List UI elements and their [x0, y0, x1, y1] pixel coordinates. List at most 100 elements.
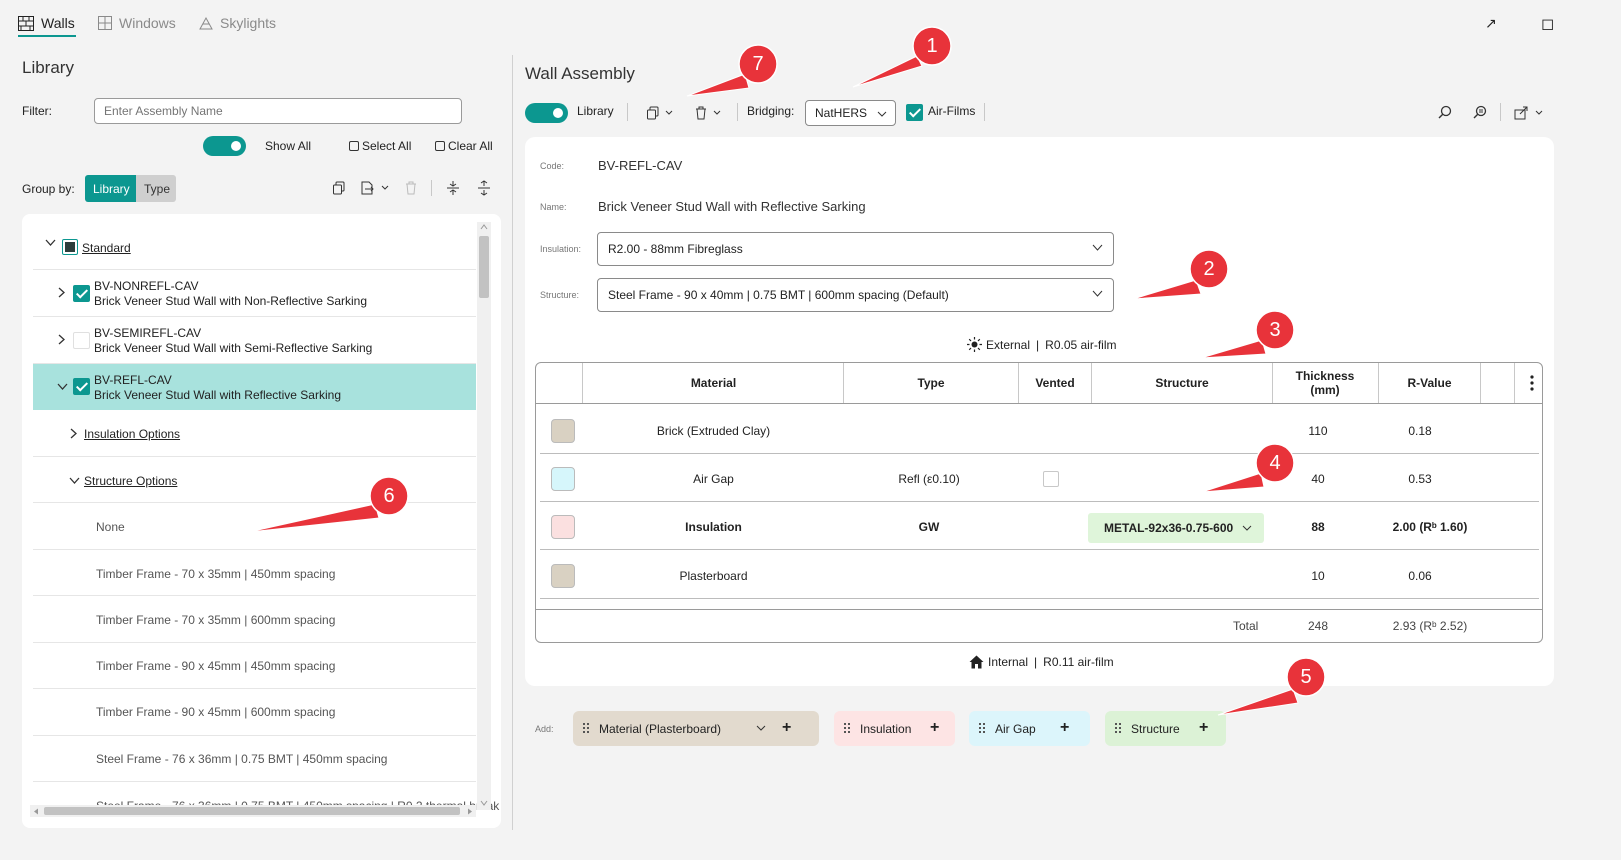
- horizontal-scroll-thumb[interactable]: [44, 807, 460, 815]
- scroll-left-icon[interactable]: [33, 808, 39, 815]
- tab-skylights[interactable]: Skylights: [199, 12, 276, 34]
- show-all-toggle[interactable]: [203, 136, 246, 156]
- tree-item-selected[interactable]: BV-REFL-CAV Brick Veneer Stud Wall with …: [33, 364, 476, 410]
- maximize-icon[interactable]: ◻: [1541, 14, 1554, 34]
- drag-handle-icon[interactable]: [583, 723, 590, 734]
- structure-option-item[interactable]: Timber Frame - 90 x 45mm | 600mm spacing: [33, 689, 476, 736]
- copy-icon[interactable]: [332, 181, 346, 195]
- bridging-select[interactable]: NatHERS: [805, 100, 896, 126]
- column-header-thickness[interactable]: Thickness (mm): [1290, 362, 1360, 404]
- bridging-select-value: NatHERS: [815, 106, 868, 120]
- structure-select[interactable]: Steel Frame - 90 x 40mm | 0.75 BMT | 600…: [597, 278, 1114, 312]
- plus-icon[interactable]: +: [782, 719, 791, 737]
- structure-option-item[interactable]: Timber Frame - 70 x 35mm | 600mm spacing: [33, 596, 476, 643]
- layer-material[interactable]: Insulation: [583, 520, 844, 534]
- tree-group-label: Standard: [82, 241, 131, 255]
- add-structure-button[interactable]: Structure +: [1105, 711, 1226, 746]
- tree-structure-options[interactable]: Structure Options: [33, 457, 476, 503]
- group-checkbox-partial[interactable]: [62, 239, 78, 255]
- column-header-structure[interactable]: Structure: [1092, 362, 1272, 404]
- delete-icon[interactable]: [405, 181, 417, 195]
- copy-menu-button[interactable]: [646, 106, 676, 120]
- tab-walls-label: Walls: [41, 15, 75, 31]
- chevron-right-icon[interactable]: [58, 287, 66, 298]
- structure-option-item[interactable]: Steel Frame - 76 x 36mm | 0.75 BMT | 450…: [33, 736, 476, 782]
- plus-icon[interactable]: +: [1060, 719, 1069, 737]
- layer-color-swatch[interactable]: [551, 515, 575, 539]
- table-more-icon[interactable]: [1530, 375, 1534, 391]
- layer-structure-select[interactable]: METAL-92x36-0.75-600: [1088, 513, 1264, 543]
- layer-color-swatch[interactable]: [551, 564, 575, 588]
- layer-material[interactable]: Air Gap: [583, 472, 844, 486]
- popout-icon[interactable]: ↗: [1485, 15, 1497, 32]
- add-insulation-button[interactable]: Insulation +: [834, 711, 955, 746]
- plus-icon[interactable]: +: [1199, 719, 1208, 737]
- chevron-right-icon[interactable]: [70, 428, 78, 439]
- tab-walls[interactable]: Walls: [18, 12, 75, 34]
- filter-input[interactable]: [94, 98, 462, 124]
- tree-item[interactable]: BV-SEMIREFL-CAV Brick Veneer Stud Wall w…: [33, 317, 476, 364]
- window-icon: [98, 16, 112, 30]
- tree-horizontal-scrollbar[interactable]: [30, 805, 476, 817]
- column-header-r-value[interactable]: R-Value: [1379, 362, 1480, 404]
- drag-handle-icon[interactable]: [844, 723, 851, 734]
- chevron-down-icon[interactable]: [45, 239, 56, 247]
- name-value[interactable]: Brick Veneer Stud Wall with Reflective S…: [598, 199, 866, 214]
- export-icon[interactable]: [360, 181, 390, 195]
- tab-windows[interactable]: Windows: [98, 12, 176, 34]
- layer-material[interactable]: Plasterboard: [583, 569, 844, 583]
- tree-vertical-scrollbar[interactable]: [477, 222, 491, 810]
- scroll-right-icon[interactable]: [467, 808, 473, 815]
- sun-icon: [967, 337, 982, 352]
- vertical-scroll-thumb[interactable]: [479, 236, 489, 298]
- structure-option-item[interactable]: Timber Frame - 90 x 45mm | 450mm spacing: [33, 643, 476, 689]
- clear-all-button[interactable]: Clear All: [435, 139, 493, 153]
- tree-item-checkbox[interactable]: [73, 332, 90, 349]
- chevron-down-icon[interactable]: [69, 477, 80, 485]
- expand-all-icon[interactable]: [477, 180, 491, 196]
- column-header-type[interactable]: Type: [844, 362, 1018, 404]
- code-value[interactable]: BV-REFL-CAV: [598, 158, 682, 173]
- layer-type[interactable]: GW: [844, 520, 1014, 534]
- vented-checkbox[interactable]: [1043, 471, 1059, 487]
- layer-material[interactable]: Brick (Extruded Clay): [583, 424, 844, 438]
- tree-item[interactable]: BV-NONREFL-CAV Brick Veneer Stud Wall wi…: [33, 270, 476, 317]
- panel-divider[interactable]: [512, 55, 513, 830]
- drag-handle-icon[interactable]: [1115, 723, 1122, 734]
- share-menu-button[interactable]: [1514, 106, 1546, 120]
- drag-handle-icon[interactable]: [979, 723, 986, 734]
- layer-type[interactable]: Refl (ε0.10): [844, 472, 1014, 486]
- add-material-button[interactable]: Material (Plasterboard) +: [573, 711, 819, 746]
- library-toggle[interactable]: [525, 103, 568, 123]
- chevron-right-icon[interactable]: [58, 334, 66, 345]
- layer-color-swatch[interactable]: [551, 419, 575, 443]
- tree-item-checkbox[interactable]: [73, 285, 90, 302]
- layer-thickness[interactable]: 10: [1290, 569, 1346, 583]
- insulation-select[interactable]: R2.00 - 88mm Fibreglass: [597, 232, 1114, 266]
- add-air-gap-button[interactable]: Air Gap +: [969, 711, 1090, 746]
- search-detail-icon[interactable]: [1473, 105, 1487, 119]
- tree-insulation-options[interactable]: Insulation Options: [33, 410, 476, 457]
- column-header-material[interactable]: Material: [583, 362, 844, 404]
- column-header-vented[interactable]: Vented: [1019, 362, 1091, 404]
- tree-item-checkbox[interactable]: [73, 378, 90, 395]
- select-all-button[interactable]: Select All: [349, 139, 411, 153]
- tree-group-standard[interactable]: Standard: [33, 224, 476, 270]
- collapse-all-icon[interactable]: [446, 180, 460, 196]
- structure-option-item[interactable]: None: [33, 503, 476, 550]
- scroll-down-icon[interactable]: [480, 800, 488, 806]
- chevron-down-icon[interactable]: [756, 725, 766, 731]
- group-by-type[interactable]: Type: [136, 175, 176, 202]
- chevron-down-icon[interactable]: [57, 383, 68, 391]
- group-by-library[interactable]: Library: [85, 175, 136, 202]
- layer-thickness[interactable]: 88: [1290, 520, 1346, 534]
- plus-icon[interactable]: +: [930, 719, 939, 737]
- structure-option-item[interactable]: Timber Frame - 70 x 35mm | 450mm spacing: [33, 550, 476, 596]
- layer-thickness[interactable]: 110: [1290, 424, 1346, 438]
- search-icon[interactable]: [1438, 105, 1452, 119]
- scroll-up-icon[interactable]: [480, 224, 488, 230]
- air-films-checkbox[interactable]: [906, 104, 923, 121]
- layer-thickness[interactable]: 40: [1290, 472, 1346, 486]
- delete-menu-button[interactable]: [695, 106, 725, 120]
- layer-color-swatch[interactable]: [551, 467, 575, 491]
